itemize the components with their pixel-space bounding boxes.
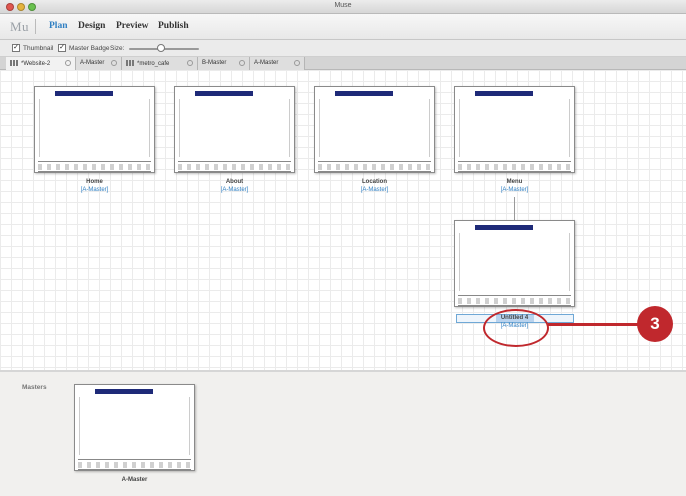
page-thumbnail-menu[interactable]: [454, 86, 575, 173]
nav-bar-preview: [55, 91, 113, 96]
document-tab-metro-cafe[interactable]: *metro_cafe: [122, 57, 198, 70]
masters-heading: Masters: [22, 384, 47, 391]
page-name-home[interactable]: Home: [34, 179, 155, 185]
page-master-location[interactable]: [A-Master]: [314, 187, 435, 193]
nav-bar-preview: [95, 389, 153, 394]
page-name-location[interactable]: Location: [314, 179, 435, 185]
tab-design[interactable]: Design: [78, 21, 105, 31]
callout-highlight-ring: [483, 309, 549, 347]
size-label: Size:: [110, 45, 125, 52]
nav-bar-preview: [335, 91, 393, 96]
tab-label: A-Master: [80, 60, 105, 66]
document-tab-website[interactable]: *Website-2: [6, 57, 76, 70]
page-master-menu[interactable]: [A-Master]: [454, 187, 575, 193]
page-name-menu[interactable]: Menu: [454, 179, 575, 185]
tab-label: A-Master: [254, 60, 279, 66]
page-thumbnail-about[interactable]: [174, 86, 295, 173]
thumbnail-checkbox[interactable]: ✓: [12, 44, 20, 52]
main-menu-bar: Mu Plan Design Preview Publish: [0, 14, 686, 40]
page-thumbnail-untitled[interactable]: [454, 220, 575, 307]
page-thumbnail-location[interactable]: [314, 86, 435, 173]
thumbnail-label: Thumbnail: [23, 45, 54, 52]
window-title: Muse: [334, 2, 352, 9]
document-tab-bar: *Website-2 A-Master *metro_cafe B-Master…: [0, 57, 686, 70]
master-thumbnail-a-master[interactable]: [74, 384, 195, 471]
tab-plan[interactable]: Plan: [49, 21, 67, 31]
page-master-home[interactable]: [A-Master]: [34, 187, 155, 193]
tab-preview[interactable]: Preview: [116, 21, 149, 31]
page-name-about[interactable]: About: [174, 179, 295, 185]
view-options-bar: ✓ Thumbnail ✓ Master Badge Size:: [0, 40, 686, 57]
close-tab-icon[interactable]: [239, 60, 245, 66]
close-tab-icon[interactable]: [65, 60, 71, 66]
nav-bar-preview: [195, 91, 253, 96]
sitemap-icon: [126, 60, 135, 66]
document-tab-b-master[interactable]: B-Master: [198, 57, 250, 70]
callout-pointer-line: [548, 323, 638, 326]
master-badge-label: Master Badge: [69, 45, 110, 52]
nav-bar-preview: [475, 225, 533, 230]
tab-label: *metro_cafe: [137, 61, 170, 67]
close-tab-icon[interactable]: [111, 60, 117, 66]
app-logo: Mu: [10, 19, 30, 34]
slider-handle[interactable]: [156, 44, 165, 52]
nav-bar-preview: [475, 91, 533, 96]
page-thumbnail-home[interactable]: [34, 86, 155, 173]
document-tab-a-master[interactable]: A-Master: [76, 57, 122, 70]
tab-label: B-Master: [202, 60, 227, 66]
master-name-a-master[interactable]: A-Master: [74, 477, 195, 483]
callout-number-badge: 3: [637, 306, 673, 342]
master-badge-checkbox[interactable]: ✓: [58, 44, 66, 52]
tab-label: *Website-2: [21, 61, 51, 67]
page-hierarchy-connector: [514, 197, 515, 220]
logo-divider: [35, 19, 36, 34]
sitemap-icon: [10, 60, 19, 66]
close-tab-icon[interactable]: [187, 60, 193, 66]
tab-publish[interactable]: Publish: [158, 21, 189, 31]
document-tab-a-master-2[interactable]: A-Master: [250, 57, 305, 70]
title-bar: Muse: [0, 0, 686, 14]
close-tab-icon[interactable]: [294, 60, 300, 66]
page-master-about[interactable]: [A-Master]: [174, 187, 295, 193]
